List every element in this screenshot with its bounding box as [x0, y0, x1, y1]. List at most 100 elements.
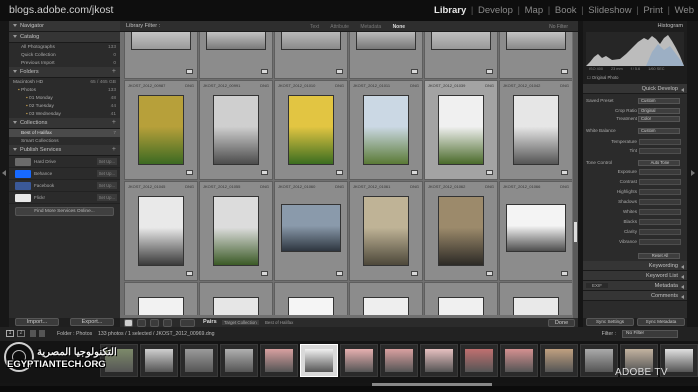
module-map[interactable]: Map — [524, 5, 544, 16]
grid-cell[interactable] — [199, 282, 273, 315]
secondary-display-button[interactable]: 2 — [17, 330, 25, 337]
filmstrip-thumbnail[interactable] — [260, 344, 298, 377]
catalog-item-all-photographs[interactable]: All Photographs 133 — [9, 43, 120, 51]
setup-button[interactable]: Set Up... — [96, 170, 117, 177]
grid-cell[interactable]: JKOST_2012_00991 DNG — [199, 80, 273, 180]
setup-button[interactable]: Set Up... — [96, 158, 117, 165]
filmstrip-thumbnail[interactable] — [540, 344, 578, 377]
edit-badge-icon[interactable] — [486, 170, 493, 175]
photo-thumbnail[interactable] — [513, 297, 559, 315]
grid-cell[interactable]: JKOST_2012_00976DNG — [124, 32, 198, 79]
setup-button[interactable]: Set Up... — [96, 194, 117, 201]
filmstrip-thumbnail[interactable] — [220, 344, 258, 377]
grid-cell[interactable]: JKOST_2012_01045 DNG — [124, 181, 198, 281]
folders-header[interactable]: Folders + — [9, 67, 120, 78]
grid-cell[interactable]: JKOST_2012_01060 DNG — [274, 181, 348, 281]
import-button[interactable]: Import... — [15, 318, 59, 326]
add-folder-icon[interactable]: + — [112, 68, 116, 75]
catalog-item-previous-import[interactable]: Previous Import 0 — [9, 59, 120, 67]
filmstrip-thumbnail[interactable] — [500, 344, 538, 377]
primary-display-button[interactable]: 1 — [6, 330, 14, 337]
temperature-stepper[interactable] — [639, 138, 681, 145]
grid-mode-icon[interactable] — [30, 330, 36, 337]
grid-cell[interactable]: JKOST_2012_00984DNG — [424, 32, 498, 79]
edit-badge-icon[interactable] — [261, 271, 268, 276]
photo-thumbnail[interactable] — [131, 32, 191, 50]
photo-thumbnail[interactable] — [438, 297, 484, 315]
sync-metadata-button[interactable]: Sync Metadata — [637, 318, 685, 326]
filter-metadata[interactable]: Metadata — [360, 24, 381, 30]
saved-preset-select[interactable]: Custom — [638, 97, 680, 104]
edit-badge-icon[interactable] — [411, 271, 418, 276]
grid-cell[interactable] — [499, 282, 572, 315]
filmstrip-thumbnail[interactable] — [300, 344, 338, 377]
filmstrip-thumbnail[interactable] — [180, 344, 218, 377]
grid-view-icon[interactable] — [124, 319, 133, 327]
grid-cell[interactable] — [274, 282, 348, 315]
grid-cell[interactable] — [424, 282, 498, 315]
collections-header[interactable]: Collections + — [9, 118, 120, 129]
auto-tone-button[interactable]: Auto Tone — [638, 159, 680, 166]
filter-attribute[interactable]: Attribute — [330, 24, 349, 30]
keyword-list-header[interactable]: Keyword List — [583, 271, 687, 281]
filmstrip-thumbnail[interactable] — [380, 344, 418, 377]
quick-develop-header[interactable]: Quick Develop — [583, 84, 687, 94]
sync-settings-button[interactable]: Sync Settings — [586, 318, 634, 326]
photo-thumbnail[interactable] — [213, 95, 259, 165]
filmstrip-thumbnail[interactable] — [340, 344, 378, 377]
module-slideshow[interactable]: Slideshow — [587, 5, 632, 16]
metadata-header[interactable]: EXIF Metadata — [583, 281, 687, 291]
grid-scrollbar[interactable] — [573, 32, 578, 318]
tone-stepper[interactable] — [639, 178, 681, 185]
grid-cell[interactable]: JKOST_2012_00982DNG — [349, 32, 423, 79]
photo-thumbnail[interactable] — [288, 95, 334, 165]
grid-cell[interactable]: JKOST_2012_01062 DNG — [424, 181, 498, 281]
edit-badge-icon[interactable] — [186, 69, 193, 74]
photo-thumbnail[interactable] — [356, 32, 416, 50]
edit-badge-icon[interactable] — [186, 271, 193, 276]
grid-cell[interactable] — [124, 282, 198, 315]
publish-hard-drive[interactable]: Hard Drive Set Up... — [9, 156, 120, 168]
grid-cell[interactable]: JKOST_2012_01039 DNG — [424, 80, 498, 180]
collapse-right-arrow-icon[interactable] — [691, 170, 695, 176]
photo-thumbnail[interactable] — [213, 196, 259, 266]
module-book[interactable]: Book — [554, 5, 578, 16]
photo-thumbnail[interactable] — [513, 95, 559, 165]
grid-cell[interactable]: JKOST_2012_00979DNG — [274, 32, 348, 79]
folder-photos[interactable]: ▪ Photos 133 — [9, 86, 120, 94]
tone-stepper[interactable] — [639, 198, 681, 205]
folder-02-tuesday[interactable]: ▪ 02 Tuesday 44 — [9, 102, 120, 110]
grid-cell[interactable]: JKOST_2012_01055 DNG — [199, 181, 273, 281]
compare-view-icon[interactable] — [150, 319, 159, 327]
photo-thumbnail[interactable] — [506, 204, 566, 252]
collection-smart-collections[interactable]: Smart Collections — [9, 137, 120, 145]
grid-cell[interactable]: JKOST_2012_01066 DNG — [499, 181, 572, 281]
filter-text[interactable]: Text — [310, 24, 319, 30]
photo-thumbnail[interactable] — [363, 297, 409, 315]
edit-badge-icon[interactable] — [561, 170, 568, 175]
collection-best-of-halifax[interactable]: Best of Halifax 7 — [9, 129, 120, 137]
survey-view-icon[interactable] — [163, 319, 172, 327]
photo-thumbnail[interactable] — [206, 32, 266, 50]
grid-cell[interactable] — [349, 282, 423, 315]
navigator-header[interactable]: Navigator — [9, 21, 120, 32]
catalog-header[interactable]: Catalog — [9, 32, 120, 43]
filmstrip-filter-select[interactable]: No Filter — [622, 330, 678, 338]
photo-thumbnail[interactable] — [281, 32, 341, 50]
publish-behance[interactable]: Behance Set Up... — [9, 168, 120, 180]
add-collection-icon[interactable]: + — [112, 119, 116, 126]
comments-header[interactable]: Comments — [583, 291, 687, 301]
tone-stepper[interactable] — [639, 168, 681, 175]
tone-stepper[interactable] — [639, 238, 681, 245]
edit-badge-icon[interactable] — [561, 69, 568, 74]
target-collection-select[interactable]: Target Collection — [222, 320, 259, 325]
reset-all-button[interactable]: Reset All — [638, 252, 680, 259]
setup-button[interactable]: Set Up... — [96, 182, 117, 189]
find-more-services-button[interactable]: Find More Services Online... — [15, 207, 114, 216]
photo-thumbnail[interactable] — [438, 196, 484, 266]
photo-thumbnail[interactable] — [281, 204, 341, 252]
filmstrip-thumbnail[interactable] — [420, 344, 458, 377]
tone-stepper[interactable] — [639, 218, 681, 225]
grid-cell[interactable]: JKOST_2012_00987DNG — [499, 32, 572, 79]
folder-03-wednesday[interactable]: ▪ 03 Wednesday 41 — [9, 110, 120, 118]
